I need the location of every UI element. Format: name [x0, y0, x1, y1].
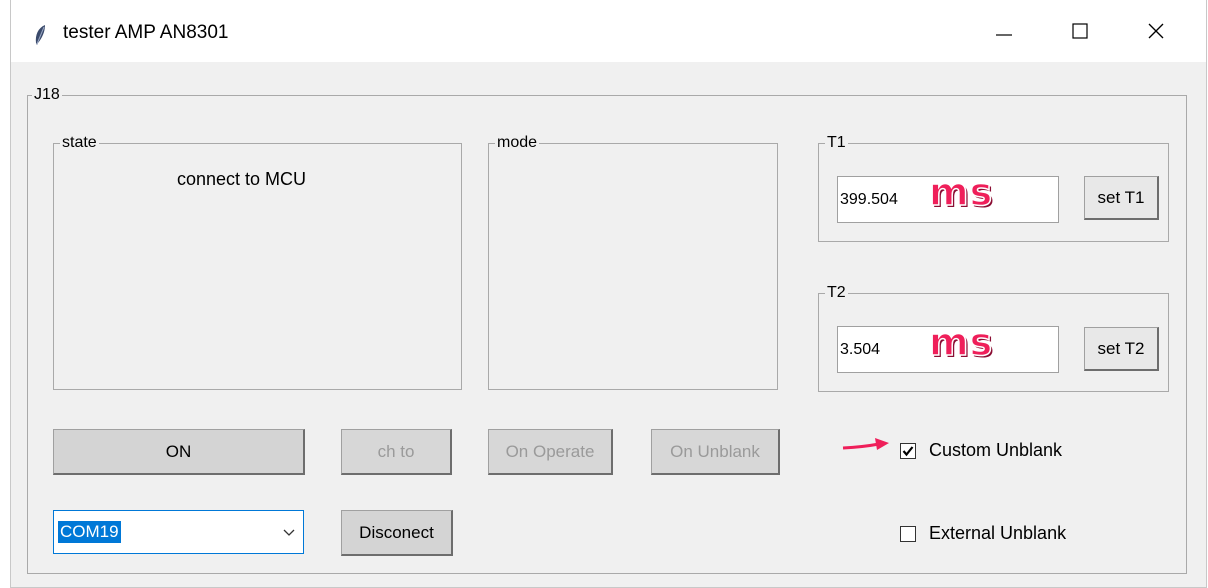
com-port-select[interactable]: COM19 [53, 510, 304, 554]
custom-unblank-checkbox[interactable] [900, 443, 916, 459]
external-unblank-checkbox[interactable] [900, 526, 916, 542]
checkmark-icon [902, 446, 914, 457]
j18-label: J18 [32, 85, 62, 105]
close-button[interactable] [1121, 0, 1191, 62]
state-group: state connect to MCU [53, 133, 462, 390]
state-label: state [60, 133, 99, 153]
on-button[interactable]: ON [53, 429, 305, 475]
minimize-icon [996, 34, 1012, 36]
app-window: tester AMP AN8301 J18 state connect to M… [10, 0, 1207, 588]
state-text: connect to MCU [177, 169, 307, 189]
set-t2-button[interactable]: set T2 [1084, 327, 1159, 371]
t2-value: 3.504 [840, 341, 881, 358]
set-t1-button[interactable]: set T1 [1084, 176, 1159, 220]
minimize-button[interactable] [969, 0, 1039, 62]
t1-unit-annotation: ms [928, 169, 994, 215]
external-unblank-label[interactable]: External Unblank [929, 523, 1066, 544]
t2-unit-annotation: ms [928, 319, 994, 365]
disconnect-button[interactable]: Disconect [341, 510, 453, 556]
feather-icon [33, 24, 47, 46]
t2-label: T2 [825, 283, 848, 303]
t1-label: T1 [825, 133, 848, 153]
mode-label: mode [495, 133, 540, 153]
pointer-arrow-icon [842, 438, 889, 450]
maximize-icon [1072, 23, 1088, 39]
chevron-down-icon [283, 529, 295, 536]
custom-unblank-label[interactable]: Custom Unblank [929, 440, 1062, 461]
t1-value: 399.504 [840, 191, 898, 208]
window-title: tester AMP AN8301 [63, 22, 229, 43]
mode-group: mode [488, 133, 778, 390]
on-operate-button[interactable]: On Operate [488, 429, 613, 475]
ch-to-button[interactable]: ch to [341, 429, 452, 475]
com-port-value: COM19 [58, 521, 121, 543]
on-unblank-button[interactable]: On Unblank [651, 429, 780, 475]
title-bar[interactable]: tester AMP AN8301 [11, 0, 1206, 62]
maximize-button[interactable] [1045, 0, 1115, 62]
close-icon [1148, 23, 1164, 39]
